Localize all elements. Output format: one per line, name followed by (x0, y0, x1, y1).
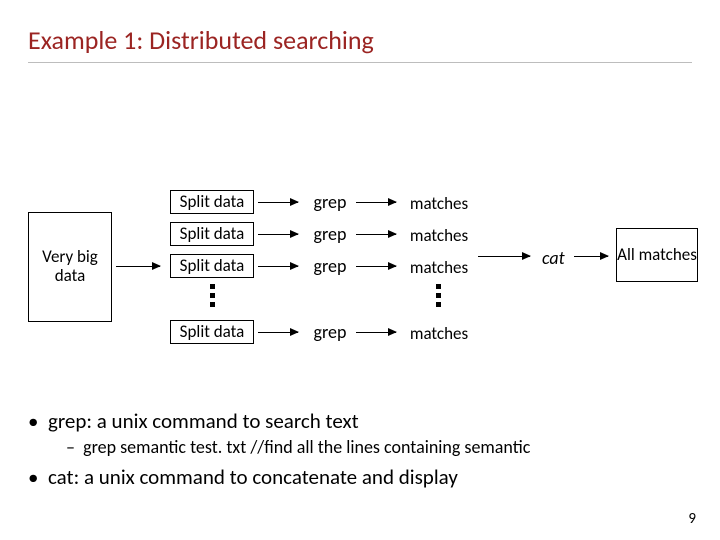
bullet-grep: • grep: a unix command to search text (28, 408, 692, 434)
cat-label: cat (542, 247, 565, 269)
source-box: Very big data (28, 212, 112, 322)
arrow-grep-matches (356, 234, 396, 235)
split-box: Split data (170, 190, 254, 214)
title-rule (28, 62, 692, 63)
arrow-split-grep (258, 202, 298, 203)
arrow-grep-matches (356, 202, 396, 203)
split-box: Split data (170, 254, 254, 278)
arrow-grep-matches (356, 266, 396, 267)
bullet-grep-sub-text: grep semantic test. txt //find all the l… (83, 436, 530, 458)
grep-label: grep (310, 223, 350, 245)
bullet-grep-text: grep: a unix command to search text (48, 408, 359, 434)
grep-label: grep (310, 255, 350, 277)
arrow-grep-matches (356, 332, 396, 333)
slide-title: Example 1: Distributed searching (28, 24, 374, 56)
bullet-grep-sub: – grep semantic test. txt //find all the… (66, 436, 692, 458)
bullets: • grep: a unix command to search text – … (28, 408, 692, 492)
slide-number: 9 (688, 510, 696, 528)
arrow-matches-cat (478, 256, 530, 257)
bullet-cat: • cat: a unix command to concatenate and… (28, 464, 692, 490)
bullet-cat-text: cat: a unix command to concatenate and d… (48, 464, 458, 490)
ellipsis-icon (435, 284, 441, 307)
matches-label: matches (406, 257, 472, 278)
grep-label: grep (310, 191, 350, 213)
arrow-split-grep (258, 332, 298, 333)
arrow-split-grep (258, 234, 298, 235)
ellipsis-icon (209, 284, 215, 307)
diagram: Very big data Split data grep matches Sp… (28, 150, 692, 380)
split-box: Split data (170, 222, 254, 246)
grep-label: grep (310, 321, 350, 343)
arrow-split-grep (258, 266, 298, 267)
arrow-cat-all (574, 256, 608, 257)
matches-label: matches (406, 323, 472, 344)
matches-label: matches (406, 193, 472, 214)
matches-label: matches (406, 225, 472, 246)
all-matches-box: All matches (616, 228, 698, 282)
split-box: Split data (170, 320, 254, 344)
arrow-source (116, 266, 160, 267)
